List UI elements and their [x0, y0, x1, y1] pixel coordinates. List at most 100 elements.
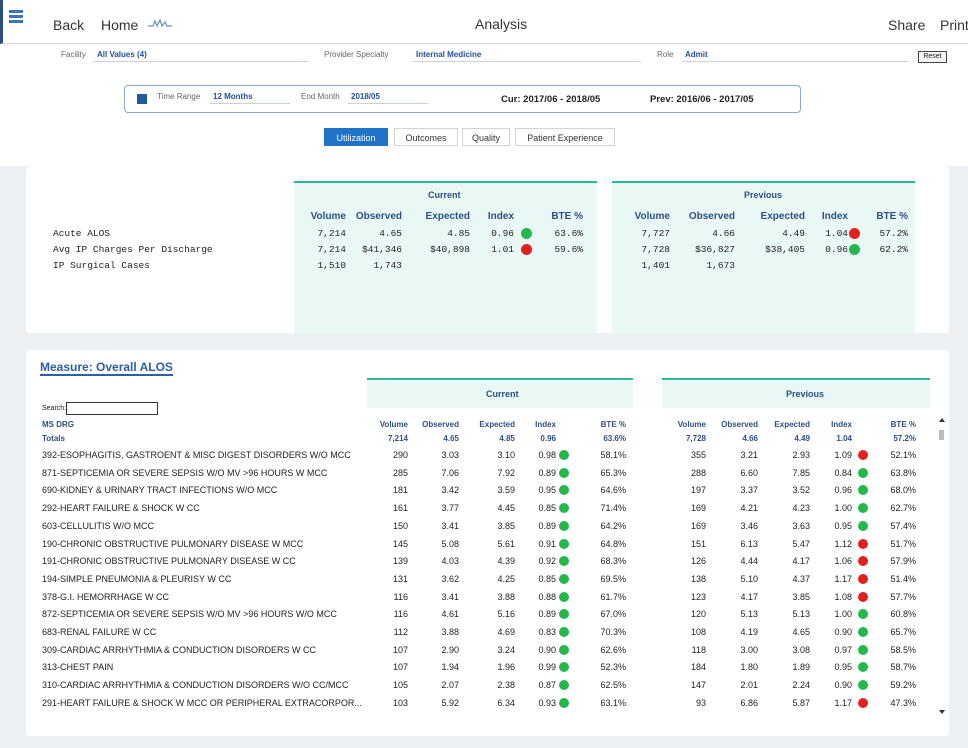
previous-value: 60.8% — [890, 609, 916, 620]
status-dot-icon — [858, 450, 868, 460]
summary-current-value: 1.01 — [491, 244, 514, 255]
previous-value: 147 — [690, 680, 706, 691]
measure-col-header-1[interactable]: Observed — [411, 420, 459, 429]
summary-previous-value: 7,727 — [641, 228, 670, 239]
summary-previous-block — [612, 181, 915, 333]
role-select[interactable]: Admit — [682, 50, 908, 62]
current-value: 64.2% — [600, 520, 626, 531]
summary-col-header-0[interactable]: Volume — [296, 211, 346, 222]
status-dot-icon — [559, 627, 569, 637]
tab-utilization[interactable]: Utilization — [324, 128, 388, 146]
summary-col-header-1[interactable]: Observed — [342, 211, 402, 222]
tab-outcomes[interactable]: Outcomes — [394, 128, 458, 146]
table-row[interactable]: 313-CHEST PAIN 107 1.94 1.96 0.99 52.3% 184 1.8… — [42, 659, 932, 676]
menu-icon[interactable] — [9, 10, 23, 24]
summary-col-header-2[interactable]: Expected — [410, 211, 470, 222]
print-button[interactable]: Print — [940, 17, 968, 33]
table-row[interactable]: 292-HEART FAILURE & SHOCK W CC 161 3.77 4.4… — [42, 500, 932, 517]
measure-prev-col-header-0[interactable]: Volume — [662, 420, 706, 429]
measure-prev-col-header-4[interactable]: BTE % — [876, 420, 916, 429]
status-dot-icon — [559, 662, 569, 673]
measure-col-header-2[interactable]: Expected — [467, 420, 515, 429]
previous-value: 57.7% — [890, 591, 916, 602]
scrollbar[interactable] — [939, 418, 946, 718]
facility-select[interactable]: All Values (4) — [94, 50, 308, 62]
previous-value: 57.9% — [890, 556, 916, 567]
current-value: 3.41 — [441, 520, 459, 531]
current-value: 0.95 — [538, 485, 556, 496]
scroll-thumb[interactable] — [939, 430, 944, 440]
tab-patient-experience[interactable]: Patient Experience — [515, 128, 615, 146]
tab-quality[interactable]: Quality — [462, 128, 510, 146]
time-range-select[interactable]: 12 Months — [210, 92, 290, 104]
summary-prev-col-header-2[interactable]: Expected — [745, 211, 805, 222]
drg-name: 191-CHRONIC OBSTRUCTIVE PULMONARY DISEAS… — [42, 556, 296, 567]
calendar-icon[interactable] — [137, 94, 147, 104]
current-value: 2.90 — [441, 644, 459, 655]
table-row[interactable]: 310-CARDIAC ARRHYTHMIA & CONDUCTION DISO… — [42, 677, 932, 694]
share-button[interactable]: Share — [888, 17, 925, 33]
table-row[interactable]: 190-CHRONIC OBSTRUCTIVE PULMONARY DISEAS… — [42, 536, 932, 553]
table-row[interactable]: 872-SEPTICEMIA OR SEVERE SEPSIS W/O MV >… — [42, 606, 932, 623]
drg-name: 313-CHEST PAIN — [42, 662, 114, 673]
previous-value: 4.17 — [740, 591, 758, 602]
reset-button[interactable]: Reset — [918, 51, 947, 63]
table-row[interactable]: 392-ESOPHAGITIS, GASTROENT & MISC DIGEST… — [42, 447, 932, 464]
previous-value: 169 — [690, 520, 706, 531]
scroll-up-icon[interactable] — [939, 418, 945, 422]
measure-prev-col-header-1[interactable]: Observed — [710, 420, 758, 429]
summary-current-value: 63.6% — [554, 228, 583, 239]
previous-value: 3.00 — [740, 644, 758, 655]
previous-value: 0.96 — [834, 485, 852, 496]
current-value: 69.5% — [600, 573, 626, 584]
summary-col-header-4[interactable]: BTE % — [533, 211, 583, 222]
previous-value: 52.1% — [890, 450, 916, 460]
search-label: Search: — [42, 405, 67, 412]
summary-previous-header: Previous — [744, 190, 783, 200]
summary-current-header: Current — [428, 190, 461, 200]
measure-col-header-3[interactable]: Index — [520, 420, 556, 429]
summary-prev-col-header-4[interactable]: BTE % — [858, 211, 908, 222]
table-row[interactable]: 194-SIMPLE PNEUMONIA & PLEURISY W CC 131 3… — [42, 571, 932, 588]
current-value: 290 — [392, 450, 408, 460]
drg-header[interactable]: MS DRG — [42, 420, 74, 429]
drg-name: 291-HEART FAILURE & SHOCK W MCC OR PERIP… — [42, 697, 362, 708]
home-button[interactable]: Home — [101, 17, 138, 33]
measure-col-header-0[interactable]: Volume — [364, 420, 408, 429]
summary-prev-col-header-3[interactable]: Index — [808, 211, 848, 222]
current-value: 103 — [392, 697, 408, 708]
previous-value: 4.44 — [740, 556, 758, 567]
table-row[interactable]: 291-HEART FAILURE & SHOCK W MCC OR PERIP… — [42, 695, 932, 712]
measure-col-header-4[interactable]: BTE % — [586, 420, 626, 429]
search-input[interactable] — [66, 402, 158, 415]
measure-prev-col-header-3[interactable]: Index — [816, 420, 852, 429]
table-row[interactable]: 871-SEPTICEMIA OR SEVERE SEPSIS W/O MV >… — [42, 465, 932, 482]
summary-row-label: IP Surgical Cases — [53, 260, 150, 271]
previous-value: 5.10 — [740, 573, 758, 584]
totals-previous-value: 57.2% — [893, 434, 916, 443]
summary-col-header-3[interactable]: Index — [474, 211, 514, 222]
summary-current-value: 7,214 — [317, 228, 346, 239]
specialty-select[interactable]: Internal Medicine — [413, 50, 641, 62]
table-row[interactable]: 603-CELLULITIS W/O MCC 150 3.41 3.85 0.89 64.… — [42, 518, 932, 535]
table-row[interactable]: 690-KIDNEY & URINARY TRACT INFECTIONS W/… — [42, 482, 932, 499]
table-row[interactable]: 191-CHRONIC OBSTRUCTIVE PULMONARY DISEAS… — [42, 553, 932, 570]
previous-value: 58.5% — [890, 644, 916, 655]
table-row[interactable]: 683-RENAL FAILURE W CC 112 3.88 4.69 0.83 70.… — [42, 624, 932, 641]
summary-current-value: 7,214 — [317, 244, 346, 255]
summary-prev-col-header-0[interactable]: Volume — [620, 211, 670, 222]
end-month-select[interactable]: 2018/05 — [348, 92, 428, 104]
scroll-down-icon[interactable] — [939, 710, 945, 714]
previous-value: 120 — [690, 609, 706, 620]
back-button[interactable]: Back — [53, 17, 84, 33]
table-row[interactable]: 378-G.I. HEMORRHAGE W CC 116 3.41 3.88 0.88 6… — [42, 589, 932, 606]
measure-prev-col-header-2[interactable]: Expected — [762, 420, 810, 429]
table-row[interactable]: 309-CARDIAC ARRHYTHMIA & CONDUCTION DISO… — [42, 642, 932, 659]
current-value: 63.1% — [600, 697, 626, 708]
status-dot-icon — [858, 697, 868, 708]
current-value: 3.77 — [441, 503, 459, 514]
previous-value: 6.60 — [740, 467, 758, 478]
measure-title[interactable]: Measure: Overall ALOS — [40, 360, 173, 376]
summary-prev-col-header-1[interactable]: Observed — [675, 211, 735, 222]
previous-value: 288 — [690, 467, 706, 478]
